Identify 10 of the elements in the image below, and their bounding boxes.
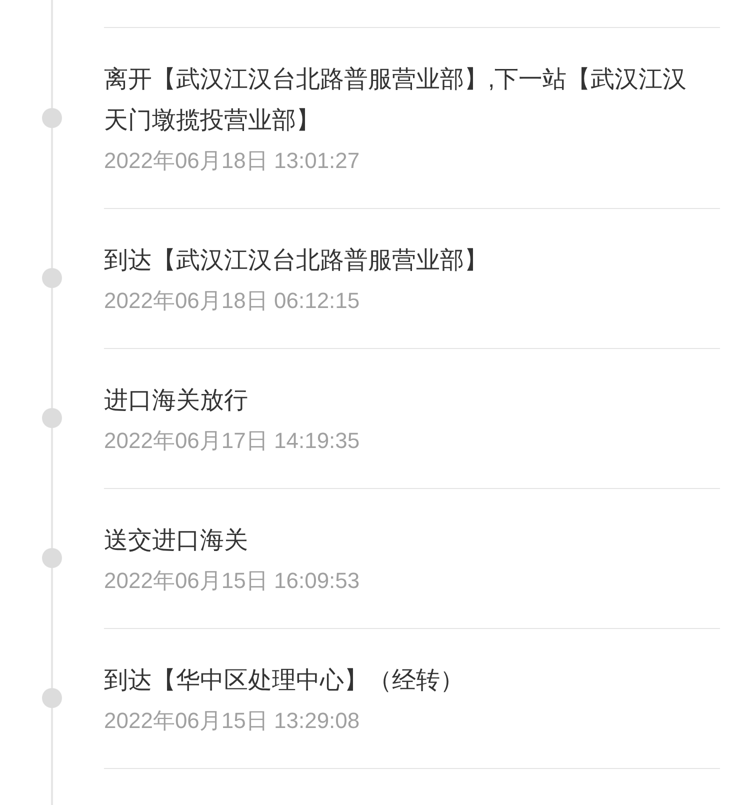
event-title: 进口海关放行: [104, 386, 249, 416]
event-title: 到达【华中区处理中心】（经转）: [104, 666, 465, 696]
event-time: 2022年06月15日 13:29:08: [104, 707, 360, 735]
event-time: 2022年06月17日 14:19:35: [104, 427, 360, 455]
event-title: 到达【武汉江汉台北路普服营业部】: [104, 246, 489, 276]
event-time: 2022年06月15日 16:09:53: [104, 567, 360, 595]
event-title: 离开【武汉江汉台北路普服营业部】,下一站【武汉江汉天门墩揽投营业部】: [104, 65, 688, 136]
event-time: 2022年06月18日 13:01:27: [104, 147, 360, 175]
event-time: 2022年06月18日 06:12:15: [104, 287, 360, 315]
event-title: 送交进口海关: [104, 526, 249, 556]
